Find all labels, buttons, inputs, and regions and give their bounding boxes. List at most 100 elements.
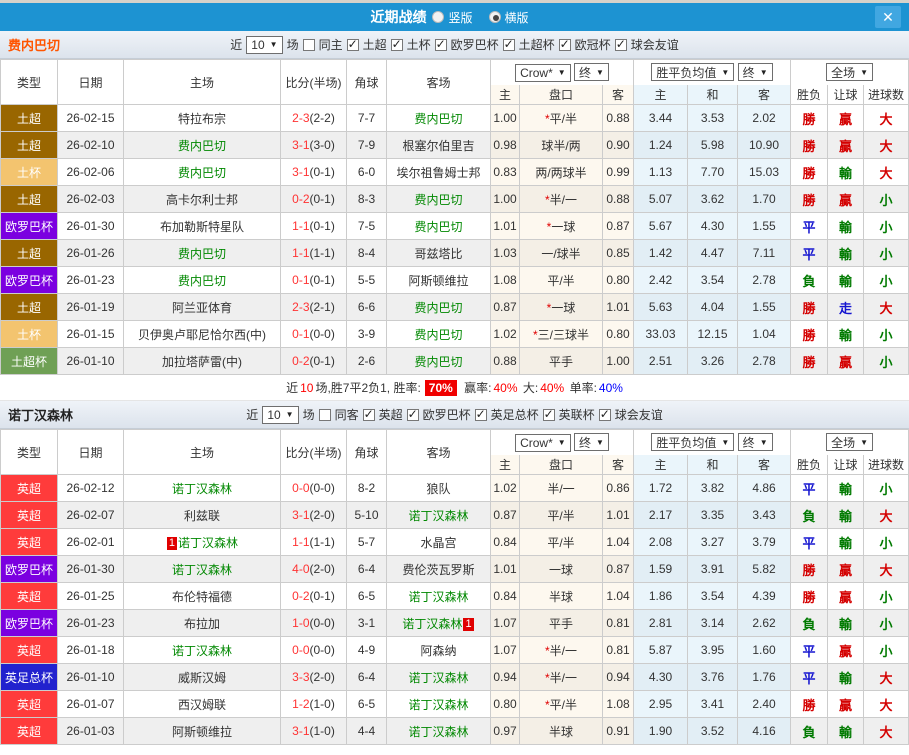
away-team-name: 诺丁汉森林 bbox=[408, 671, 468, 685]
column-header: 客场 bbox=[386, 429, 491, 475]
odds-away: 0.87 bbox=[602, 555, 634, 583]
scope-select[interactable]: 全场 ▼ bbox=[826, 63, 873, 82]
away-team: 根塞尔伯里吉 bbox=[386, 131, 491, 159]
home-team: 利兹联 bbox=[123, 501, 281, 529]
away-team: 诺丁汉森林 bbox=[386, 663, 491, 691]
mean-home: 1.90 bbox=[633, 717, 688, 745]
result-wdl: 平 bbox=[790, 636, 829, 664]
away-team-name-label: 狼队 bbox=[426, 481, 451, 496]
league-checkbox[interactable] bbox=[406, 407, 419, 421]
result-handicap: 輸 bbox=[827, 609, 865, 637]
away-team: 狼队 bbox=[386, 474, 491, 502]
final-select[interactable]: 终 ▼ bbox=[737, 433, 773, 452]
result-goals-mark: 小 bbox=[879, 481, 893, 497]
result-wdl: 平 bbox=[790, 528, 829, 556]
home-team-name-label: 利兹联 bbox=[183, 508, 220, 523]
result-handicap: 輸 bbox=[827, 266, 865, 294]
handicap-line: 平/半 bbox=[519, 528, 603, 556]
odds-home: 0.84 bbox=[490, 528, 520, 556]
result-handicap: 贏 bbox=[827, 690, 865, 718]
horizontal-label[interactable]: 横版 bbox=[505, 9, 529, 26]
table-row: 英超 26-02-12 诺丁汉森林 0-0(0-0) 8-2 狼队 1.02 半/一 0.86 1… bbox=[0, 474, 909, 502]
handicap-text: 平/半 bbox=[549, 697, 577, 712]
league-checkbox[interactable] bbox=[390, 37, 403, 51]
result-handicap: 走 bbox=[827, 293, 865, 321]
sub-column-header: 胜负 bbox=[790, 84, 829, 105]
match-filter: 近 10 ▼ 场 同客 英超 欧罗巴杯 英足总杯 英联杯 球会友谊 bbox=[246, 405, 663, 424]
result-handicap: 輸 bbox=[827, 158, 865, 186]
final-select-value: 终 bbox=[742, 65, 755, 80]
halftime-score: (0-0) bbox=[309, 327, 335, 341]
horizontal-radio[interactable] bbox=[488, 11, 501, 23]
match-date: 26-01-26 bbox=[57, 239, 124, 267]
home-team: 加拉塔萨雷(中) bbox=[123, 347, 281, 375]
final-select[interactable]: 终 ▼ bbox=[574, 433, 609, 451]
result-goals-mark: 小 bbox=[879, 643, 893, 659]
handicap-line: *三/三球半 bbox=[519, 320, 603, 348]
final-select[interactable]: 终 ▼ bbox=[574, 63, 609, 81]
odds-home: 0.94 bbox=[490, 663, 520, 691]
mean-home: 1.86 bbox=[633, 582, 688, 610]
league-checkbox[interactable] bbox=[558, 37, 571, 51]
odds-away: 1.04 bbox=[602, 582, 634, 610]
mean-select[interactable]: 胜平负均值 ▼ bbox=[651, 63, 735, 82]
league-checkbox[interactable] bbox=[434, 37, 447, 51]
fulltime-score: 1-1 bbox=[292, 535, 310, 549]
league-badge: 英超 bbox=[0, 717, 58, 745]
league-badge: 欧罗巴杯 bbox=[0, 609, 58, 637]
vertical-radio[interactable] bbox=[432, 11, 445, 23]
same-venue-checkbox[interactable] bbox=[302, 38, 315, 51]
scope-select[interactable]: 全场 ▼ bbox=[826, 433, 873, 452]
result-wdl-mark: 勝 bbox=[802, 697, 816, 713]
league-checkbox[interactable] bbox=[502, 37, 515, 51]
match-date: 26-01-23 bbox=[57, 266, 124, 294]
table-row: 土超 26-01-26 费内巴切 1-1(1-1) 8-4 哥兹塔比 1.03 一/球半 0.8… bbox=[0, 239, 909, 267]
home-team-name-label: 费内巴切 bbox=[177, 165, 226, 180]
handicap-text: 一球 bbox=[551, 300, 576, 315]
close-button[interactable]: ✕ bbox=[875, 6, 901, 28]
match-filter: 近 10 ▼ 场 同主 土超 土杯 欧罗巴杯 土超杯 欧冠杯 球会友谊 bbox=[230, 35, 679, 54]
home-team-name: 布拉加 bbox=[184, 617, 220, 631]
league-checkbox[interactable] bbox=[614, 37, 627, 51]
result-wdl-mark: 負 bbox=[802, 616, 816, 632]
sub-column-header: 主 bbox=[490, 454, 520, 475]
company-select[interactable]: Crow* ▼ bbox=[515, 433, 571, 452]
home-team-name-label: 布拉加 bbox=[183, 616, 220, 631]
vertical-label[interactable]: 竖版 bbox=[448, 9, 472, 26]
mean-home: 5.07 bbox=[633, 185, 688, 213]
company-select[interactable]: Crow* ▼ bbox=[515, 63, 571, 82]
near-count-select[interactable]: 10 ▼ bbox=[262, 405, 299, 424]
away-team: 费内巴切 bbox=[386, 293, 491, 321]
away-team-name: 费内巴切 bbox=[414, 355, 462, 369]
result-goals-mark: 大 bbox=[879, 562, 893, 578]
match-score: 1-0(0-0) bbox=[280, 609, 347, 637]
away-team: 费内巴切 bbox=[386, 212, 491, 240]
league-badge: 土杯 bbox=[0, 320, 58, 348]
league-checkbox[interactable] bbox=[362, 407, 375, 421]
table-row: 英超 26-01-03 阿斯顿维拉 3-1(1-0) 4-4 诺丁汉森林 0.97 半球 0.9… bbox=[0, 717, 909, 745]
league-checkbox[interactable] bbox=[474, 407, 487, 421]
corner-count: 6-6 bbox=[346, 293, 387, 321]
home-team: 1 诺丁汉森林 bbox=[123, 528, 281, 556]
league-badge: 英超 bbox=[0, 582, 58, 610]
result-handicap: 贏 bbox=[827, 104, 865, 132]
league-checkbox[interactable] bbox=[598, 407, 611, 421]
league-checkbox[interactable] bbox=[346, 37, 359, 51]
corner-count: 5-7 bbox=[346, 528, 387, 556]
mean-home: 2.17 bbox=[633, 501, 688, 529]
away-team-name-label: 诺丁汉森林 bbox=[402, 616, 463, 631]
home-team: 费内巴切 bbox=[123, 158, 281, 186]
result-goals-mark: 小 bbox=[879, 354, 893, 370]
league-checkbox-label: 欧冠杯 bbox=[574, 38, 611, 52]
home-team-name: 利兹联 bbox=[184, 509, 220, 523]
final-select[interactable]: 终 ▼ bbox=[737, 63, 773, 82]
halftime-score: (0-1) bbox=[309, 354, 335, 368]
odds-home: 1.03 bbox=[490, 239, 520, 267]
same-venue-checkbox[interactable] bbox=[318, 408, 331, 421]
mean-select[interactable]: 胜平负均值 ▼ bbox=[651, 433, 735, 452]
league-checkbox[interactable] bbox=[542, 407, 555, 421]
team-filter-bar-0: 费内巴切 近 10 ▼ 场 同主 土超 土杯 欧罗巴杯 土超杯 欧冠杯 球会友谊 bbox=[0, 31, 909, 59]
home-team-name: 诺丁汉森林 bbox=[172, 563, 232, 577]
near-count-select[interactable]: 10 ▼ bbox=[246, 35, 283, 54]
mean-away: 4.39 bbox=[736, 582, 792, 610]
